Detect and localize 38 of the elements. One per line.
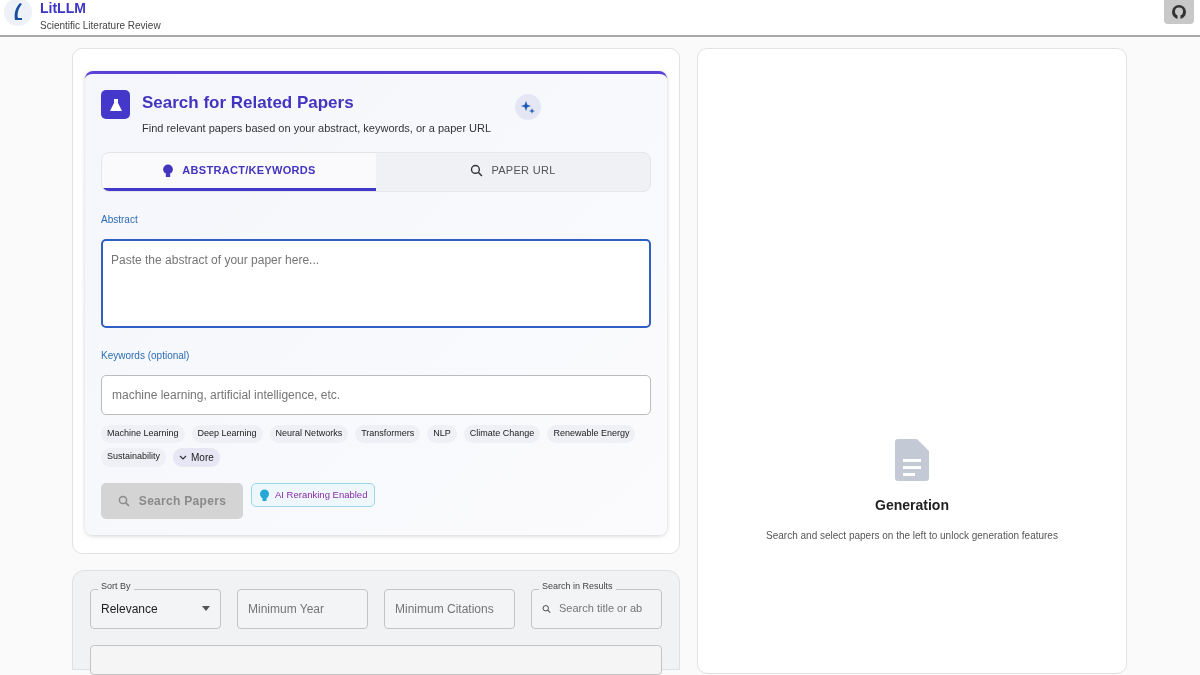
more-button[interactable]: More (173, 447, 220, 467)
search-input[interactable]: Search title or ab (559, 600, 651, 617)
keyword-chip[interactable]: Deep Learning (191, 425, 263, 443)
field-legend: Search in Results (539, 581, 616, 591)
card-title: Search for Related Papers (142, 92, 355, 114)
reranking-badge: AI Reranking Enabled (251, 482, 376, 507)
flask-icon (101, 90, 130, 119)
logo-icon (4, 0, 32, 26)
keyword-chip[interactable]: Transformers (355, 425, 421, 443)
field-label: Abstract (101, 213, 139, 227)
keyword-chip[interactable]: NLP (427, 425, 457, 443)
keyword-chip[interactable]: Sustainability (101, 447, 167, 467)
citations-field[interactable]: Minimum Citations (384, 588, 515, 629)
card-subtitle: Find relevant papers based on your abstract, keywords, or a paper URL (142, 120, 492, 136)
tab[interactable]: ABSTRACT/KEYWORDS (102, 153, 376, 191)
app-subtitle: Scientific Literature Review (40, 19, 161, 33)
search-icon (117, 494, 130, 507)
app-title: LitLLM (40, 1, 87, 15)
keyword-chip[interactable]: Neural Networks (269, 425, 349, 443)
caret-icon (202, 606, 210, 612)
tab[interactable]: PAPER URL (376, 153, 650, 191)
search-icon (470, 164, 484, 177)
sparkle-icon[interactable] (515, 94, 542, 120)
document-icon (895, 439, 929, 481)
year-field[interactable]: Minimum Year (237, 588, 368, 629)
field-legend: Sort By (98, 581, 134, 591)
panel-message: Search and select papers on the left to unlock generation features (766, 529, 1058, 543)
bulb-icon (162, 164, 175, 177)
keywords-field[interactable]: machine learning, artificial intelligence, etc. (101, 375, 651, 415)
keyword-chip[interactable]: Renewable Energy (547, 425, 636, 443)
keyword-chip[interactable]: Climate Change (463, 425, 541, 443)
abstract-field[interactable]: Paste the abstract of your paper here... (101, 239, 651, 328)
github-icon[interactable] (1164, 0, 1194, 24)
chevron-icon (179, 454, 188, 460)
results-search-field[interactable]: Search title or ab (531, 588, 662, 629)
keyword-chip[interactable]: Machine Learning (101, 425, 185, 443)
panel-title: Generation (875, 496, 949, 515)
field-label: Keywords (optional) (101, 349, 191, 363)
